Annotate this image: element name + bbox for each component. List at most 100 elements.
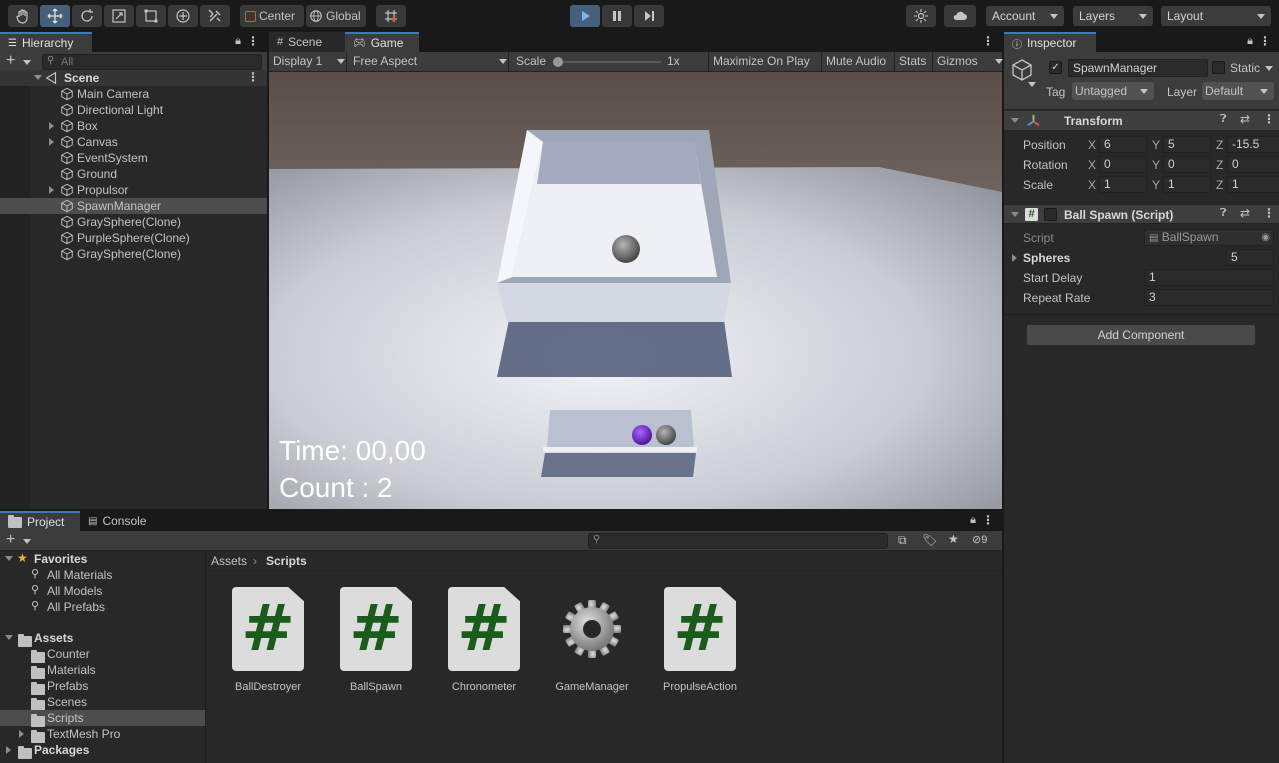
chevron-down-icon[interactable] <box>995 59 1003 64</box>
layer-dropdown[interactable]: Default <box>1202 82 1274 100</box>
expand-arrow-icon[interactable] <box>49 138 54 146</box>
space-global-toggle[interactable]: Global <box>306 5 366 27</box>
asset-file[interactable]: # Chronometer <box>434 587 534 693</box>
position-z-field[interactable]: -15.5 <box>1227 136 1279 153</box>
create-asset-button[interactable]: + <box>6 531 15 549</box>
object-name-input[interactable]: SpawnManager <box>1068 59 1208 77</box>
script-reference-field[interactable]: ▤ BallSpawn ◉ <box>1144 229 1274 246</box>
services-button[interactable] <box>906 5 936 27</box>
rect-tool-button[interactable] <box>136 5 166 27</box>
collapse-arrow-icon[interactable] <box>1011 118 1019 123</box>
lock-icon[interactable]: 🔒︎ <box>235 35 241 48</box>
more-options-icon[interactable]: ⋮ <box>1263 206 1275 220</box>
gizmos-toggle[interactable]: Gizmos <box>932 52 978 71</box>
scale-x-field[interactable]: 1 <box>1099 176 1147 193</box>
asset-file[interactable]: # PropulseAction <box>650 587 750 693</box>
scale-slider-thumb[interactable] <box>553 57 563 67</box>
ball-spawn-header[interactable]: # Ball Spawn (Script) ❓︎ ⇄ ⋮ <box>1004 204 1279 224</box>
asset-folder-item[interactable]: Materials <box>0 662 205 679</box>
more-options-icon[interactable]: ⋮ <box>1259 34 1271 48</box>
favorite-star-icon[interactable]: ★ <box>948 532 959 546</box>
maximize-on-play-toggle[interactable]: Maximize On Play <box>708 52 810 71</box>
tab-inspector[interactable]: ⓘ Inspector <box>1004 32 1096 52</box>
chevron-down-icon[interactable] <box>1265 66 1273 71</box>
game-viewport[interactable]: Time: 00,00 Count : 2 <box>269 72 1002 509</box>
active-checkbox[interactable]: ✓ <box>1049 61 1062 74</box>
position-x-field[interactable]: 6 <box>1099 136 1147 153</box>
enabled-checkbox[interactable] <box>1044 208 1057 221</box>
presets-icon[interactable]: ⇄ <box>1240 206 1250 220</box>
cloud-button[interactable] <box>944 5 976 27</box>
layers-dropdown[interactable]: Layers <box>1073 6 1153 26</box>
more-options-icon[interactable]: ⋮ <box>1263 112 1275 126</box>
tab-console[interactable]: ▤ Console <box>80 511 158 531</box>
rotation-z-field[interactable]: 0 <box>1227 156 1279 173</box>
hierarchy-item[interactable]: Ground <box>0 166 267 182</box>
lock-icon[interactable]: 🔒︎ <box>1247 35 1253 48</box>
search-by-type-icon[interactable]: ⧉ <box>898 533 907 548</box>
expand-arrow-icon[interactable] <box>1012 254 1017 262</box>
tag-dropdown[interactable]: Untagged <box>1072 82 1154 100</box>
favorite-item[interactable]: ⚲ All Models <box>0 583 205 599</box>
hierarchy-item[interactable]: Box <box>0 118 267 134</box>
expand-arrow-icon[interactable] <box>19 730 24 738</box>
static-checkbox[interactable] <box>1212 61 1225 74</box>
hierarchy-search-input[interactable]: ⚲ All <box>42 54 262 70</box>
hierarchy-item[interactable]: Main Camera <box>0 86 267 102</box>
asset-file[interactable]: GameManager <box>542 587 642 693</box>
grid-snap-button[interactable] <box>376 5 406 27</box>
rotation-y-field[interactable]: 0 <box>1163 156 1211 173</box>
tab-scene[interactable]: # Scene <box>269 32 345 52</box>
more-options-icon[interactable]: ⋮ <box>982 513 994 527</box>
hierarchy-item[interactable]: PurpleSphere(Clone) <box>0 230 267 246</box>
tab-hierarchy[interactable]: ☰ Hierarchy <box>0 32 92 52</box>
lock-icon[interactable]: 🔒︎ <box>970 514 976 527</box>
move-tool-button[interactable] <box>40 5 70 27</box>
scene-row[interactable]: Scene ⋮ <box>0 70 267 86</box>
object-picker-icon[interactable]: ◉ <box>1261 230 1270 245</box>
display-dropdown[interactable]: Display 1 <box>269 52 347 71</box>
favorites-row[interactable]: ★ Favorites <box>0 551 205 567</box>
chevron-down-icon[interactable] <box>23 539 31 544</box>
step-button[interactable] <box>634 5 664 27</box>
tab-game[interactable]: 🎮︎ Game <box>345 32 419 52</box>
tab-project[interactable]: Project <box>0 511 80 531</box>
asset-file[interactable]: # BallDestroyer <box>218 587 318 693</box>
presets-icon[interactable]: ⇄ <box>1240 112 1250 126</box>
add-component-button[interactable]: Add Component <box>1026 324 1256 346</box>
pivot-center-toggle[interactable]: Center <box>240 5 304 27</box>
asset-folder-item[interactable]: TextMesh Pro <box>0 726 205 743</box>
expand-arrow-icon[interactable] <box>5 635 13 640</box>
more-options-icon[interactable]: ⋮ <box>982 34 994 48</box>
expand-arrow-icon[interactable] <box>6 746 11 754</box>
collapse-arrow-icon[interactable] <box>1011 212 1019 217</box>
more-options-icon[interactable]: ⋮ <box>247 70 259 84</box>
scale-slider-track[interactable] <box>557 61 661 63</box>
breadcrumb-assets[interactable]: Assets <box>211 554 247 568</box>
stats-toggle[interactable]: Stats <box>894 52 926 71</box>
custom-tool-button[interactable] <box>200 5 230 27</box>
scale-y-field[interactable]: 1 <box>1163 176 1211 193</box>
help-icon[interactable]: ❓︎ <box>1220 207 1227 220</box>
asset-folder-item[interactable]: Scripts <box>0 710 205 727</box>
mute-audio-toggle[interactable]: Mute Audio <box>821 52 886 71</box>
expand-arrow-icon[interactable] <box>5 556 13 561</box>
aspect-dropdown[interactable]: Free Aspect <box>349 52 509 71</box>
more-options-icon[interactable]: ⋮ <box>247 34 259 48</box>
add-object-button[interactable]: + <box>6 52 15 70</box>
hierarchy-item[interactable]: SpawnManager <box>0 198 267 214</box>
favorite-item[interactable]: ⚲ All Prefabs <box>0 599 205 615</box>
hierarchy-item[interactable]: EventSystem <box>0 150 267 166</box>
packages-row[interactable]: Packages <box>0 742 205 759</box>
project-search-input[interactable]: ⚲ <box>588 533 888 549</box>
hierarchy-item[interactable]: GraySphere(Clone) <box>0 214 267 230</box>
asset-folder-item[interactable]: Prefabs <box>0 678 205 695</box>
scale-z-field[interactable]: 1 <box>1227 176 1279 193</box>
spheres-label[interactable]: Spheres <box>1023 251 1070 265</box>
search-by-label-icon[interactable]: 🏷︎ <box>922 533 937 547</box>
asset-folder-item[interactable]: Scenes <box>0 694 205 711</box>
expand-arrow-icon[interactable] <box>49 122 54 130</box>
hierarchy-item[interactable]: Directional Light <box>0 102 267 118</box>
hand-tool-button[interactable] <box>8 5 38 27</box>
hierarchy-item[interactable]: GraySphere(Clone) <box>0 246 267 262</box>
